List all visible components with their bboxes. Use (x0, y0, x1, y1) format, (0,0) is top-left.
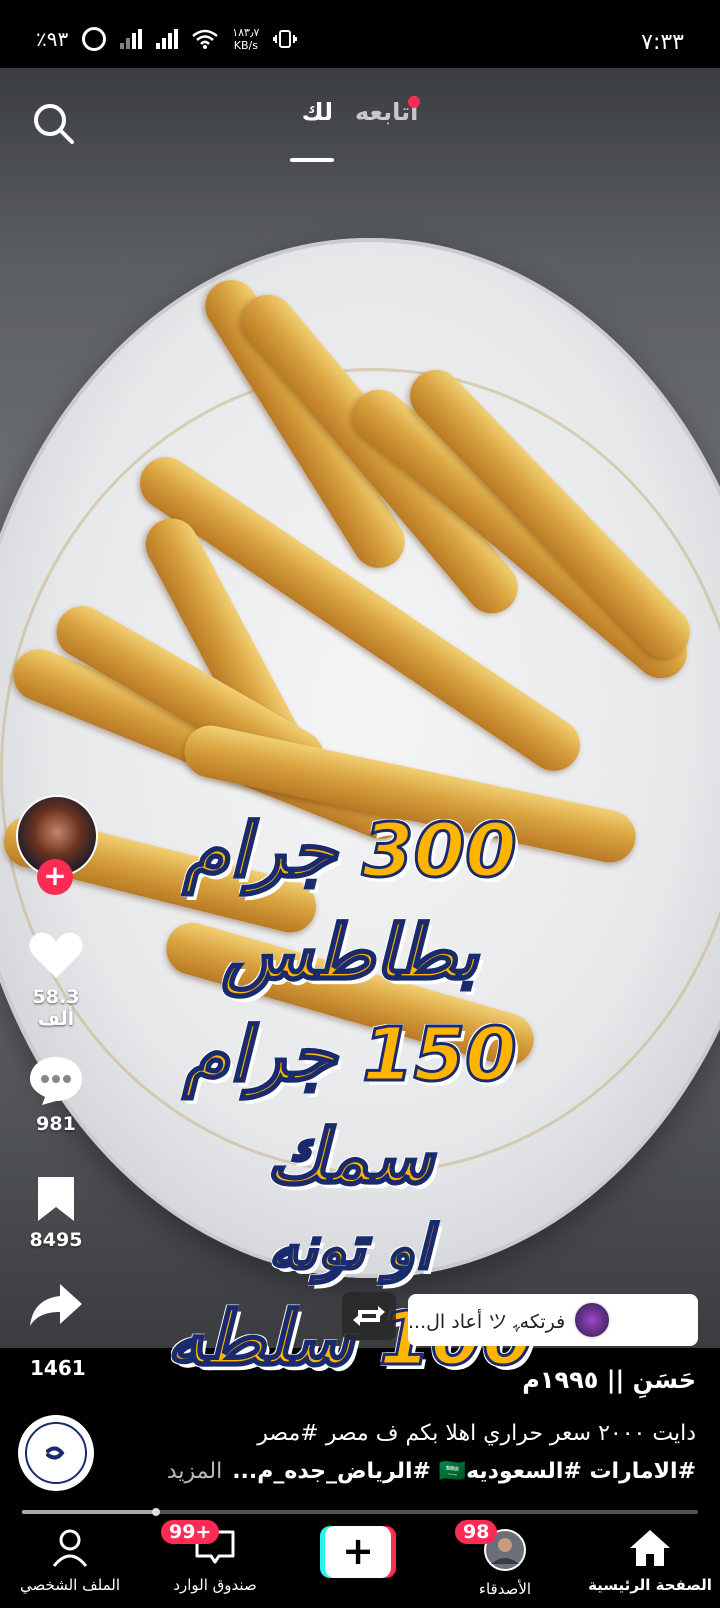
more-link[interactable]: المزيد (167, 1459, 222, 1484)
like-button[interactable]: 58.3 ألف (14, 930, 98, 1030)
repost-button[interactable] (342, 1292, 396, 1340)
overlay-line-1: 300 جرام بطاطس (182, 807, 518, 998)
tab-for-you[interactable]: لك (302, 98, 333, 126)
overlay-line-3: او تونه (267, 1212, 433, 1285)
inbox-badge: 99+ (161, 1520, 220, 1544)
reposter-avatar (573, 1301, 612, 1339)
caption-line-2: #الامارات #السعوديه🇸🇦 #الرياض_جده_م... (232, 1459, 696, 1484)
progress-fill (22, 1510, 158, 1514)
heart-icon (29, 932, 83, 978)
wifi-icon (192, 29, 219, 49)
status-icons: ٪٩٣ ١٨٣٫٧ KB/s (36, 26, 298, 52)
score-logo-icon (25, 1422, 87, 1484)
nav-profile[interactable]: الملف الشخصي (0, 1528, 140, 1594)
caption-line-2-row: #الامارات #السعوديه🇸🇦 #الرياض_جده_م... ال… (136, 1453, 696, 1491)
create-button[interactable]: + (320, 1526, 396, 1578)
reposted-by-pill[interactable]: فرتكهﮩ ツ أعاد ال... (408, 1294, 698, 1346)
progress-knob[interactable] (152, 1508, 160, 1516)
author-name[interactable]: حَسَنِ || ١٩٩٥م (522, 1366, 696, 1394)
video-progress-bar[interactable] (22, 1510, 698, 1514)
new-dot (408, 96, 421, 108)
save-count: 8495 (29, 1229, 83, 1251)
plus-icon: + (325, 1526, 391, 1578)
clock: ٧:٣٣ (641, 30, 684, 55)
net-speed-unit: KB/s (233, 39, 258, 52)
active-tab-indicator (290, 158, 334, 162)
nav-inbox[interactable]: صندوق الوارد 99+ (145, 1520, 285, 1594)
nav-home-label: الصفحة الرئيسية (588, 1576, 712, 1594)
signal-icon (120, 29, 143, 49)
battery-level: ٪٩٣ (36, 27, 69, 51)
like-count: 58.3 ألف (32, 986, 80, 1030)
repost-icon (353, 1306, 385, 1326)
tab-following[interactable]: أتابعه (355, 96, 421, 126)
comment-icon (30, 1057, 82, 1105)
save-button[interactable]: 8495 (14, 1175, 98, 1251)
feed-tabs: أتابعه لك (0, 96, 720, 126)
share-button[interactable] (14, 1280, 98, 1334)
nav-friends-label: الأصدقاء (478, 1580, 532, 1598)
network-speed: ١٨٣٫٧ KB/s (232, 26, 259, 52)
video-caption[interactable]: دايت ٢٠٠٠ سعر حراري اهلا بكم ف مصر #مصر … (136, 1415, 696, 1491)
comment-count: 981 (36, 1113, 76, 1135)
bookmark-icon (38, 1177, 74, 1221)
share-arrow-icon (30, 1284, 82, 1326)
home-icon (630, 1530, 670, 1566)
net-speed-value: ١٨٣٫٧ (232, 26, 260, 39)
reposted-by-text: فرتكهﮩ ツ أعاد ال... (408, 1310, 566, 1333)
top-nav: أتابعه لك (0, 68, 720, 168)
profile-icon (52, 1529, 88, 1567)
sound-disc[interactable] (18, 1415, 94, 1491)
nav-home[interactable]: الصفحة الرئيسية (580, 1528, 720, 1594)
nav-friends[interactable]: الأصدقاء 98 (435, 1520, 575, 1598)
battery-ring-icon (82, 27, 107, 51)
comment-button[interactable]: 981 (14, 1055, 98, 1135)
caption-line-1: دايت ٢٠٠٠ سعر حراري اهلا بكم ف مصر #مصر (257, 1421, 696, 1446)
overlay-line-2: 150 جرام سمك (182, 1011, 518, 1202)
friends-badge: 98 (455, 1520, 498, 1544)
signal-icon-2 (156, 29, 179, 49)
nav-profile-label: الملف الشخصي (20, 1576, 120, 1594)
follow-button[interactable]: + (37, 859, 73, 895)
nav-inbox-label: صندوق الوارد (173, 1576, 257, 1594)
vibrate-icon (273, 30, 298, 48)
share-count: 1461 (30, 1356, 86, 1380)
status-bar: ٪٩٣ ١٨٣٫٧ KB/s ٧:٣٣ (0, 0, 720, 68)
